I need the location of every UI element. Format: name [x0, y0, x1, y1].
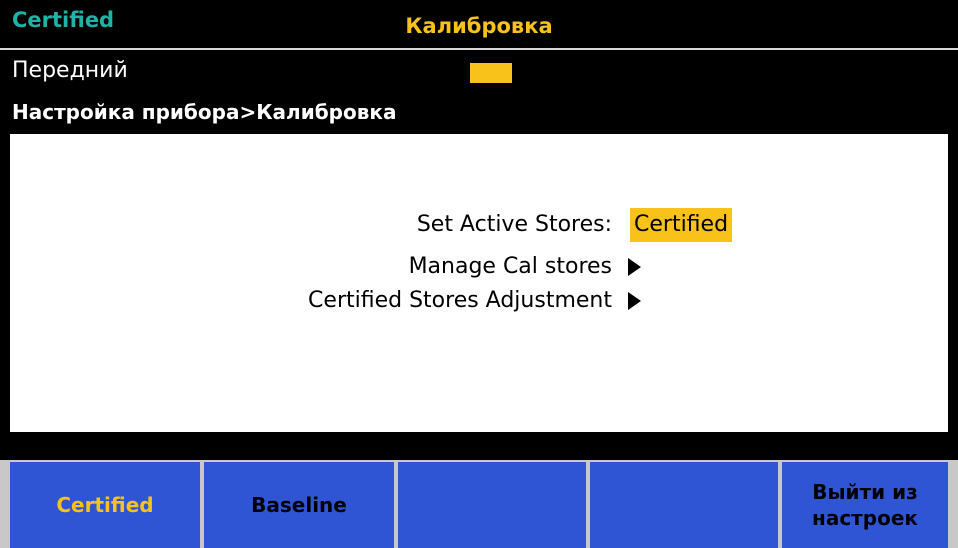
screen-title: Калибровка	[405, 14, 553, 38]
softkey-baseline[interactable]: Baseline	[204, 462, 394, 548]
softkey-exit-settings[interactable]: Выйти из настроек	[782, 462, 948, 548]
certified-stores-adjustment-item[interactable]: Certified Stores Adjustment	[0, 288, 612, 313]
chevron-right-icon[interactable]	[628, 292, 641, 310]
softkey-certified[interactable]: Certified	[10, 462, 200, 548]
status-indicator	[470, 63, 512, 83]
calibration-screen: Certified Калибровка Передний Настройка …	[0, 0, 958, 548]
manage-cal-stores-item[interactable]: Manage Cal stores	[0, 254, 612, 279]
chevron-right-icon[interactable]	[628, 258, 641, 276]
menu-panel	[10, 134, 948, 432]
softkey-4[interactable]	[590, 462, 778, 548]
terminal-label: Передний	[12, 58, 128, 83]
set-active-stores-value[interactable]: Certified	[630, 208, 733, 242]
softkey-3[interactable]	[398, 462, 586, 548]
title-bar: Certified Калибровка	[0, 0, 958, 48]
set-active-stores-label: Set Active Stores:	[416, 212, 612, 237]
breadcrumb: Настройка прибора>Калибровка	[12, 100, 397, 124]
message-strip	[0, 432, 958, 460]
